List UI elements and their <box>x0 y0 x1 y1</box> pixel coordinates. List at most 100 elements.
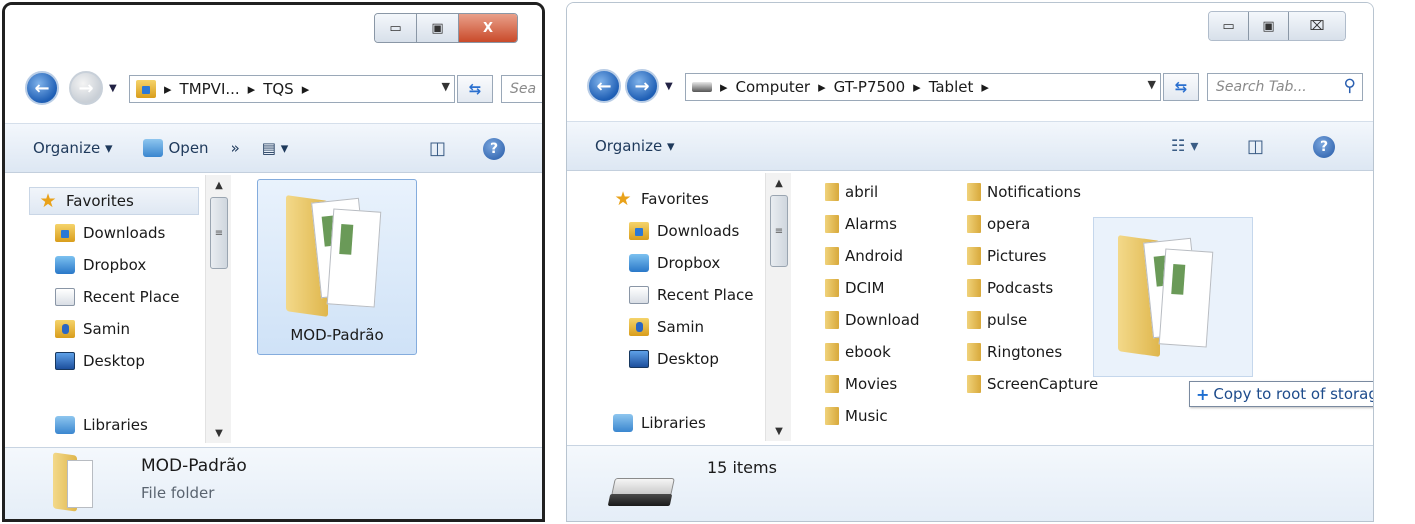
title-bar[interactable]: ▭ ▣ X <box>5 5 542 65</box>
address-history-dropdown[interactable]: ▼ <box>442 80 450 93</box>
command-bar: Organize ▾ ☷ ▾ ◫ ? <box>567 121 1373 171</box>
more-label: » <box>230 139 240 157</box>
preview-pane-icon[interactable]: ◫ <box>1247 136 1264 157</box>
folder-large-icon <box>286 188 386 318</box>
sidebar-item-libraries[interactable]: Libraries <box>55 411 148 439</box>
search-icon[interactable]: ⚲ <box>1344 76 1356 96</box>
breadcrumb-item[interactable]: Computer <box>736 78 811 96</box>
close-button[interactable]: X <box>459 14 517 42</box>
scrollbar-thumb[interactable]: ≡ <box>770 195 788 267</box>
folder-name: Music <box>845 407 888 425</box>
plus-icon: + <box>1196 384 1210 404</box>
breadcrumb-separator-icon: ▸ <box>247 80 256 98</box>
folder-name: Ringtones <box>987 343 1063 361</box>
recent-places-icon <box>55 288 75 306</box>
dragged-folder-icon <box>1118 228 1218 358</box>
recent-pages-dropdown[interactable]: ▼ <box>665 81 673 92</box>
organize-button[interactable]: Organize ▾ <box>33 139 113 157</box>
item-count: 15 items <box>707 458 777 477</box>
breadcrumb-item[interactable]: TQS <box>263 80 294 98</box>
forward-button[interactable]: → <box>69 71 103 105</box>
sidebar-item-favorites[interactable]: ★ Favorites <box>613 185 708 213</box>
list-item[interactable]: Download <box>825 307 920 333</box>
breadcrumb-item[interactable]: GT-P7500 <box>834 78 906 96</box>
back-arrow-icon: ← <box>34 77 50 99</box>
recent-pages-dropdown[interactable]: ▼ <box>109 83 117 94</box>
scroll-down-arrow-icon[interactable]: ▼ <box>206 423 232 443</box>
back-button[interactable]: ← <box>587 69 621 103</box>
list-item[interactable]: ScreenCapture <box>967 371 1098 397</box>
refresh-button[interactable]: ⇆ <box>1163 73 1199 101</box>
navigation-scrollbar[interactable]: ▲ ≡ ▼ <box>765 173 791 441</box>
list-item[interactable]: ebook <box>825 339 891 365</box>
sidebar-item-libraries[interactable]: Libraries <box>613 409 706 437</box>
dropbox-icon <box>629 254 649 272</box>
help-icon[interactable]: ? <box>483 138 505 160</box>
maximize-button[interactable]: ▣ <box>417 14 459 42</box>
title-bar[interactable]: ▭ ▣ ⌧ <box>567 3 1373 63</box>
preview-pane-icon[interactable]: ◫ <box>429 138 446 159</box>
folder-name: opera <box>987 215 1031 233</box>
search-box[interactable]: Sea <box>501 75 542 103</box>
scrollbar-thumb[interactable]: ≡ <box>210 197 228 269</box>
open-button[interactable]: Open <box>142 139 209 157</box>
sidebar-item-dropbox[interactable]: Dropbox <box>629 249 720 277</box>
list-item[interactable]: Ringtones <box>967 339 1062 365</box>
more-commands-button[interactable]: » <box>231 139 240 157</box>
back-button[interactable]: ← <box>25 71 59 105</box>
breadcrumb-separator-icon: ▸ <box>981 78 989 96</box>
list-item[interactable]: abril <box>825 179 878 205</box>
folder-icon <box>967 247 981 265</box>
sidebar-item-recent-places[interactable]: Recent Place <box>55 283 180 311</box>
change-view-button[interactable]: ☷ ▾ <box>1171 136 1198 155</box>
sidebar-item-downloads[interactable]: Downloads <box>629 217 739 245</box>
list-item[interactable]: Android <box>825 243 903 269</box>
list-item[interactable]: Podcasts <box>967 275 1053 301</box>
folder-icon <box>825 407 839 425</box>
close-button[interactable]: ⌧ <box>1289 12 1345 40</box>
breadcrumb-separator-icon: ▸ <box>301 80 310 98</box>
change-view-button[interactable]: ▤ ▾ <box>262 139 288 157</box>
sidebar-item-downloads[interactable]: Downloads <box>55 219 165 247</box>
sidebar-item-label: Samin <box>657 318 704 336</box>
maximize-button[interactable]: ▣ <box>1249 12 1289 40</box>
sidebar-item-desktop[interactable]: Desktop <box>55 347 145 375</box>
folder-icon <box>136 80 156 98</box>
search-box[interactable]: Search Tab... ⚲ <box>1207 73 1363 101</box>
scroll-up-arrow-icon[interactable]: ▲ <box>766 173 792 193</box>
list-item[interactable]: DCIM <box>825 275 884 301</box>
navigation-pane: ★ Favorites Downloads Dropbox Recent Pla… <box>567 173 797 445</box>
sidebar-item-samin[interactable]: Samin <box>629 313 704 341</box>
help-icon[interactable]: ? <box>1313 136 1335 158</box>
list-item[interactable]: Alarms <box>825 211 897 237</box>
folder-icon <box>967 343 981 361</box>
breadcrumb-item[interactable]: Tablet <box>929 78 974 96</box>
list-item[interactable]: Pictures <box>967 243 1046 269</box>
minimize-button[interactable]: ▭ <box>1209 12 1249 40</box>
list-item[interactable]: Music <box>825 403 888 429</box>
sidebar-item-dropbox[interactable]: Dropbox <box>55 251 146 279</box>
list-item[interactable]: Movies <box>825 371 897 397</box>
address-bar[interactable]: ▸ Computer ▸ GT-P7500 ▸ Tablet ▸ ▼ <box>685 73 1161 101</box>
scroll-up-arrow-icon[interactable]: ▲ <box>206 175 232 195</box>
address-history-dropdown[interactable]: ▼ <box>1148 78 1156 91</box>
list-item[interactable]: Notifications <box>967 179 1081 205</box>
sidebar-item-desktop[interactable]: Desktop <box>629 345 719 373</box>
list-item[interactable]: pulse <box>967 307 1027 333</box>
desktop-icon <box>629 350 649 368</box>
sidebar-item-favorites[interactable]: ★ Favorites <box>29 187 199 215</box>
folder-item-selected[interactable]: MOD-Padrão <box>257 179 417 355</box>
organize-button[interactable]: Organize ▾ <box>595 137 675 155</box>
navigation-row: ← → ▼ ▸ Computer ▸ GT-P7500 ▸ Tablet ▸ ▼… <box>567 65 1373 111</box>
sidebar-item-label: Desktop <box>657 350 719 368</box>
list-item[interactable]: opera <box>967 211 1030 237</box>
sidebar-item-samin[interactable]: Samin <box>55 315 130 343</box>
address-bar[interactable]: ▸ TMPVI... ▸ TQS ▸ ▼ <box>129 75 455 103</box>
refresh-button[interactable]: ⇆ <box>457 75 493 103</box>
forward-button[interactable]: → <box>625 69 659 103</box>
breadcrumb-item[interactable]: TMPVI... <box>180 80 240 98</box>
minimize-button[interactable]: ▭ <box>375 14 417 42</box>
sidebar-item-recent-places[interactable]: Recent Place <box>629 281 754 309</box>
scroll-down-arrow-icon[interactable]: ▼ <box>766 421 792 441</box>
navigation-scrollbar[interactable]: ▲ ≡ ▼ <box>205 175 231 443</box>
